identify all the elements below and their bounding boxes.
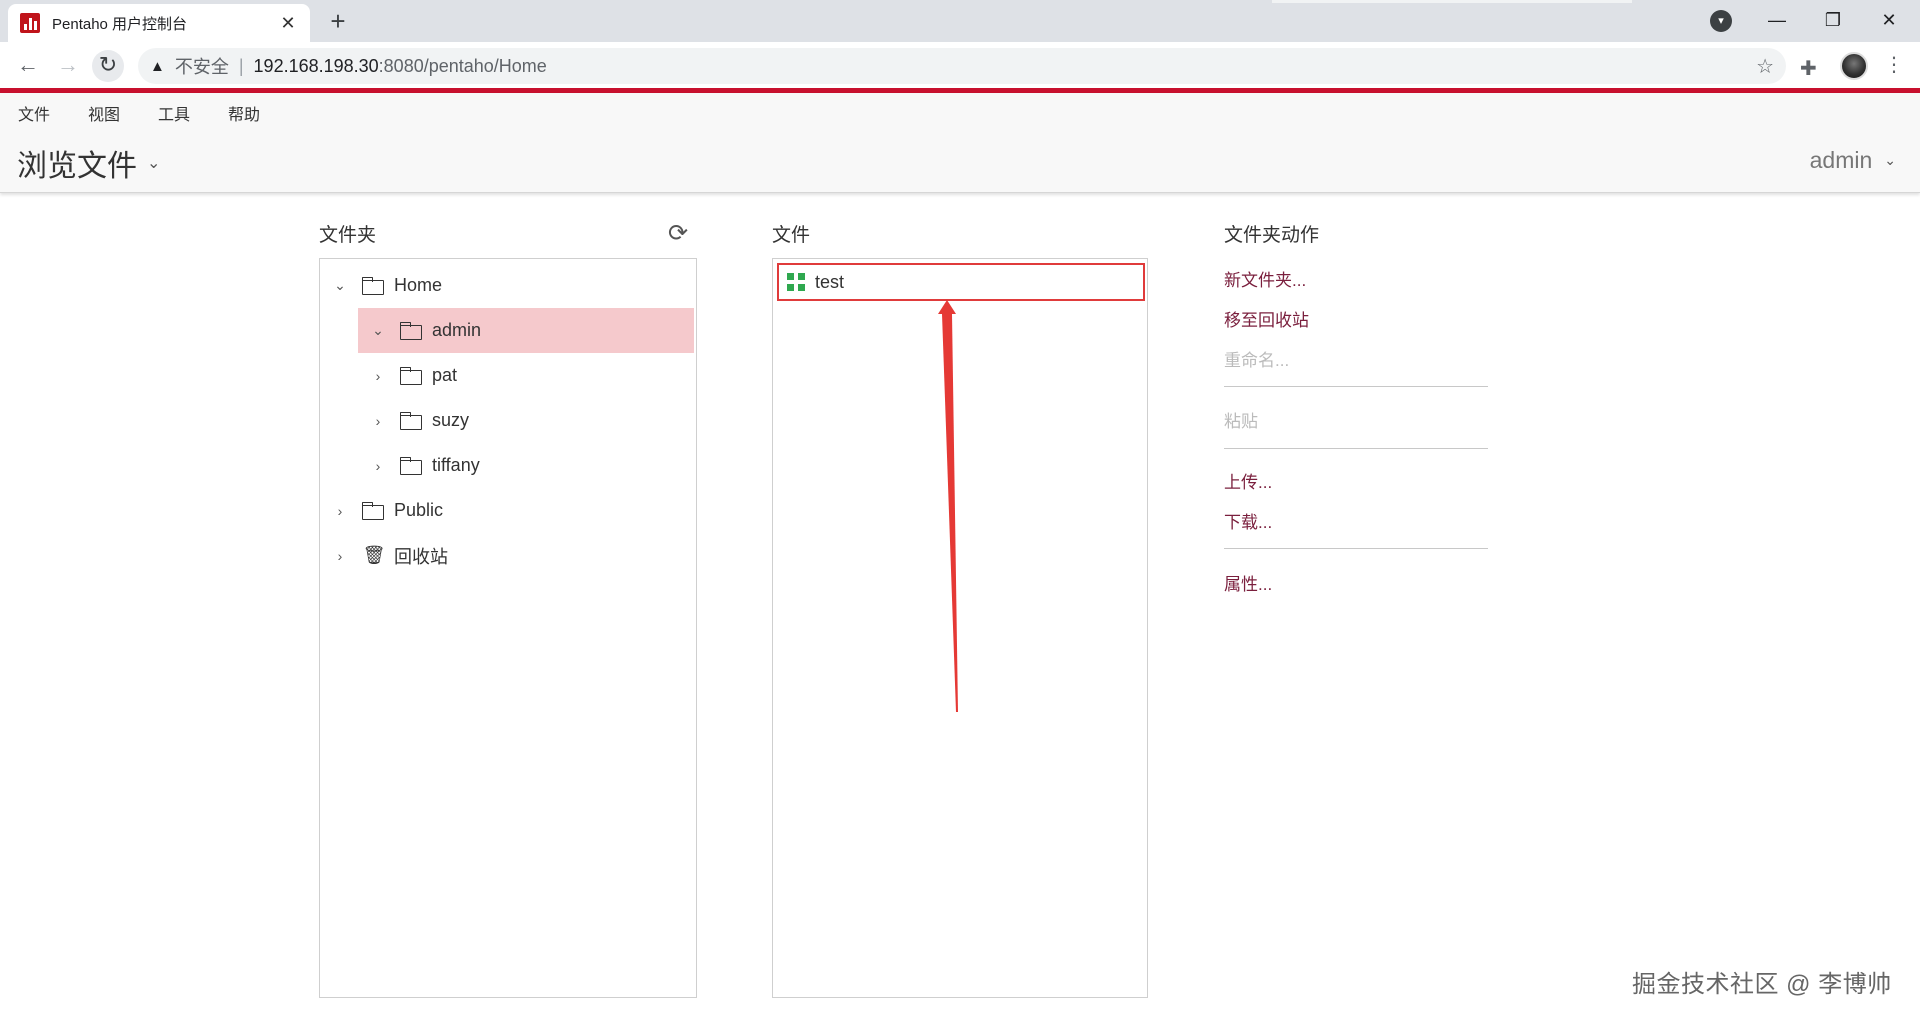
window-edge	[1272, 0, 1632, 3]
watermark-text: 掘金技术社区 @ 李博帅	[1632, 971, 1892, 998]
app-header: 文件 视图 工具 帮助 浏览文件 ⌄ admin ⌄	[0, 93, 1920, 193]
move-to-trash-link[interactable]: 移至回收站	[1224, 306, 1309, 331]
action-divider	[1224, 386, 1488, 387]
tree-node-tiffany[interactable]: › tiffany	[320, 443, 696, 488]
tree-node-home[interactable]: ⌄ Home	[320, 263, 696, 308]
browser-tab[interactable]: Pentaho 用户控制台 ✕	[8, 4, 310, 42]
upload-link[interactable]: 上传...	[1224, 468, 1272, 493]
tree-node-label[interactable]: suzy	[432, 410, 469, 431]
url-separator: |	[238, 55, 244, 76]
warning-icon[interactable]: ▲	[150, 58, 165, 75]
folders-panel-title: 文件夹	[319, 225, 377, 246]
chevron-right-icon[interactable]: ›	[368, 413, 388, 429]
close-window-button[interactable]: ✕	[1866, 2, 1912, 38]
trash-icon: 🗑	[362, 545, 386, 565]
chevron-down-icon[interactable]: ⌄	[368, 322, 388, 339]
file-item-test[interactable]: test	[777, 263, 1145, 301]
folder-open-icon	[400, 321, 424, 340]
rename-link[interactable]: 重命名...	[1224, 346, 1289, 371]
arrow-head	[938, 300, 956, 314]
tree-node-trash[interactable]: › 🗑 回收站	[320, 533, 696, 578]
folder-icon	[400, 456, 424, 475]
chevron-right-icon[interactable]: ›	[330, 503, 350, 519]
folder-tree: ⌄ Home ⌄ admin › pat › suzy › tiffany › …	[319, 258, 697, 998]
paste-link[interactable]: 粘贴	[1224, 407, 1258, 432]
minimize-button[interactable]: —	[1754, 2, 1800, 38]
tree-node-label[interactable]: 回收站	[394, 543, 448, 569]
extensions-puzzle-icon[interactable]: ✚	[1800, 56, 1817, 81]
refresh-icon[interactable]: ⟳	[668, 219, 688, 248]
tree-node-label[interactable]: admin	[432, 320, 481, 341]
browser-menu-icon[interactable]: ⋮	[1884, 52, 1904, 77]
menu-help[interactable]: 帮助	[228, 101, 260, 125]
file-name[interactable]: test	[815, 272, 844, 293]
profile-avatar[interactable]	[1840, 52, 1868, 80]
browser-toolbar: ← → ↻ ▲ 不安全 | 192.168.198.30:8080/pentah…	[0, 42, 1920, 90]
browser-tab-strip: Pentaho 用户控制台 ✕ + ▾ — ❐ ✕	[0, 0, 1920, 42]
address-bar[interactable]: ▲ 不安全 | 192.168.198.30:8080/pentaho/Home…	[138, 48, 1786, 84]
forward-arrow-icon[interactable]: →	[52, 50, 84, 82]
files-panel-title: 文件	[772, 225, 811, 246]
action-divider	[1224, 448, 1488, 449]
perspective-switcher[interactable]: 浏览文件 ⌄	[17, 141, 160, 185]
action-divider	[1224, 548, 1488, 549]
chevron-down-icon[interactable]: ⌄	[330, 277, 350, 294]
bookmark-star-icon[interactable]: ☆	[1756, 54, 1774, 79]
main-menubar: 文件 视图 工具 帮助	[18, 101, 298, 125]
reload-icon[interactable]: ↻	[92, 50, 124, 82]
menu-tools[interactable]: 工具	[158, 101, 190, 125]
chevron-down-icon[interactable]: ⌄	[147, 153, 160, 173]
new-folder-link[interactable]: 新文件夹...	[1224, 266, 1306, 291]
tree-node-label[interactable]: Public	[394, 500, 443, 521]
folder-icon	[400, 411, 424, 430]
tree-node-label[interactable]: Home	[394, 275, 442, 296]
chevron-down-icon[interactable]: ⌄	[1884, 152, 1896, 169]
tree-node-admin[interactable]: ⌄ admin	[358, 308, 694, 353]
menu-file[interactable]: 文件	[18, 101, 50, 125]
annotation-arrow	[938, 300, 958, 712]
download-link[interactable]: 下载...	[1224, 508, 1272, 533]
user-menu[interactable]: admin ⌄	[1810, 147, 1896, 174]
tree-node-label[interactable]: tiffany	[432, 455, 480, 476]
back-arrow-icon[interactable]: ←	[12, 50, 44, 82]
chevron-right-icon[interactable]: ›	[330, 548, 350, 564]
tree-node-public[interactable]: › Public	[320, 488, 696, 533]
folder-actions-title: 文件夹动作	[1224, 225, 1320, 246]
pentaho-favicon-icon	[20, 13, 40, 33]
chevron-right-icon[interactable]: ›	[368, 458, 388, 474]
tree-node-label[interactable]: pat	[432, 365, 457, 386]
properties-link[interactable]: 属性...	[1224, 570, 1272, 595]
folder-icon	[400, 366, 424, 385]
chevron-right-icon[interactable]: ›	[368, 368, 388, 384]
url-host[interactable]: 192.168.198.30	[254, 56, 379, 77]
new-tab-button[interactable]: +	[322, 6, 354, 38]
url-path[interactable]: :8080/pentaho/Home	[379, 56, 547, 77]
transformation-icon	[787, 273, 805, 291]
perspective-title[interactable]: 浏览文件	[17, 141, 137, 185]
security-label[interactable]: 不安全	[175, 53, 229, 79]
restore-button[interactable]: ❐	[1810, 2, 1856, 38]
tree-node-pat[interactable]: › pat	[320, 353, 696, 398]
menu-view[interactable]: 视图	[88, 101, 120, 125]
folder-open-icon	[362, 276, 386, 295]
tab-search-icon[interactable]: ▾	[1710, 10, 1732, 32]
tab-title: Pentaho 用户控制台	[52, 15, 188, 33]
tab-close-icon[interactable]: ✕	[278, 13, 298, 34]
folder-icon	[362, 501, 386, 520]
tree-node-suzy[interactable]: › suzy	[320, 398, 696, 443]
arrow-shaft	[942, 314, 958, 712]
username[interactable]: admin	[1810, 147, 1873, 174]
